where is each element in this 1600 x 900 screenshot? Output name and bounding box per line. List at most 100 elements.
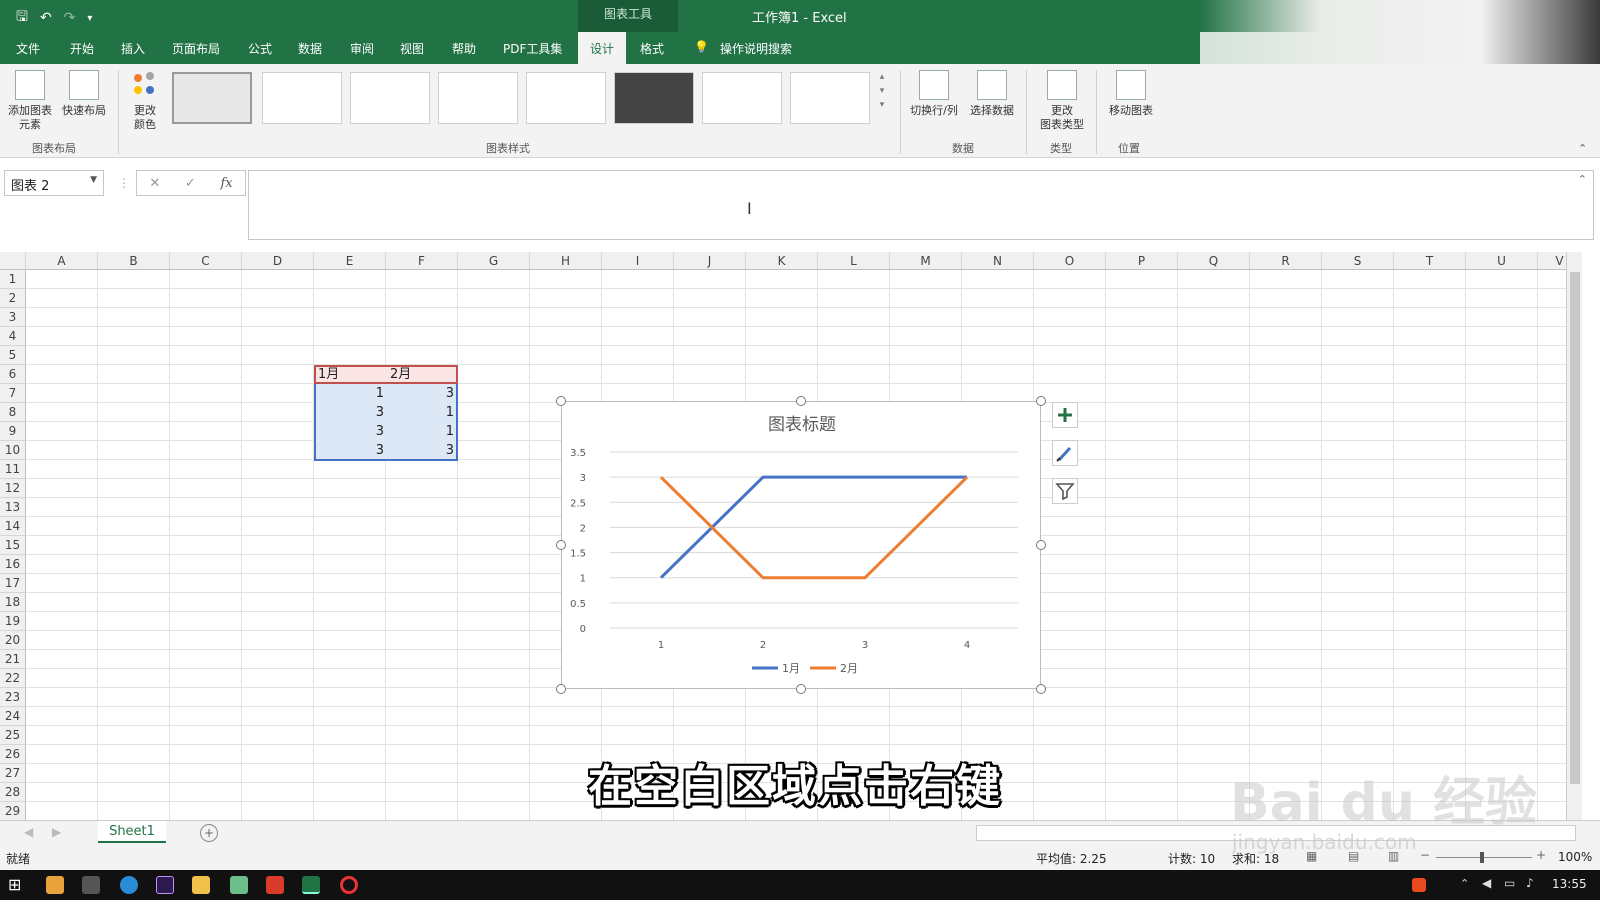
col-header[interactable]: U	[1466, 252, 1538, 270]
col-header[interactable]: F	[386, 252, 458, 270]
function-icon[interactable]: fx	[220, 176, 232, 191]
resize-handle[interactable]	[1036, 540, 1046, 550]
table-header-cell[interactable]: 2月	[390, 365, 411, 384]
quick-layout-button[interactable]: 快速布局	[58, 70, 110, 118]
tab-formulas[interactable]: 公式	[248, 40, 272, 57]
col-header[interactable]: K	[746, 252, 818, 270]
col-header[interactable]: R	[1250, 252, 1322, 270]
tab-design[interactable]: 设计	[578, 32, 627, 64]
col-header[interactable]: B	[98, 252, 170, 270]
ime-icon[interactable]	[1412, 878, 1426, 892]
row-header[interactable]: 2	[0, 289, 26, 308]
file-explorer-icon[interactable]	[192, 876, 210, 894]
chart-style-6[interactable]	[614, 72, 694, 124]
scrollbar-thumb[interactable]	[1570, 272, 1580, 784]
table-cell[interactable]: 3	[314, 403, 384, 422]
col-header[interactable]: C	[170, 252, 242, 270]
zoom-out-icon[interactable]: −	[1420, 848, 1430, 862]
premiere-icon[interactable]	[156, 876, 174, 894]
media-app-icon[interactable]	[46, 876, 64, 894]
row-header[interactable]: 4	[0, 327, 26, 346]
col-header[interactable]: N	[962, 252, 1034, 270]
tell-me-search[interactable]: 操作说明搜索	[720, 40, 792, 57]
move-chart-button[interactable]: 移动图表	[1102, 70, 1160, 118]
select-data-button[interactable]: 选择数据	[964, 70, 1020, 118]
save-icon[interactable]: 🖫	[16, 6, 28, 30]
line-chart[interactable]: 图表标题 0 0.5 1 1.5 2 2.5 3 3.5 1 2 3 4 1月 2月	[561, 401, 1041, 689]
col-header[interactable]: I	[602, 252, 674, 270]
col-header[interactable]: T	[1394, 252, 1466, 270]
calendar-app-icon[interactable]	[82, 876, 100, 894]
row-header[interactable]: 1	[0, 270, 26, 289]
windows-start-icon[interactable]: ⊞	[8, 875, 21, 894]
chevron-down-icon[interactable]: ▼	[90, 175, 97, 185]
row-header[interactable]: 21	[0, 650, 26, 669]
tab-pdf-tools[interactable]: PDF工具集	[503, 40, 562, 57]
table-cell[interactable]: 1	[314, 384, 384, 403]
expand-formula-icon[interactable]: ⌃	[1578, 173, 1587, 186]
row-header[interactable]: 25	[0, 726, 26, 745]
row-header[interactable]: 19	[0, 612, 26, 631]
row-header[interactable]: 10	[0, 441, 26, 460]
row-header[interactable]: 16	[0, 555, 26, 574]
row-header[interactable]: 15	[0, 536, 26, 555]
col-header[interactable]: E	[314, 252, 386, 270]
excel-taskbar-icon[interactable]	[302, 876, 320, 894]
zoom-in-icon[interactable]: +	[1536, 848, 1546, 862]
row-header[interactable]: 23	[0, 688, 26, 707]
row-header[interactable]: 22	[0, 669, 26, 688]
browser-icon[interactable]	[120, 876, 138, 894]
sheet-tab[interactable]: Sheet1	[98, 821, 166, 843]
styles-scroll-icon[interactable]: ▴ ▾ ▾	[876, 70, 888, 112]
row-header[interactable]: 13	[0, 498, 26, 517]
row-header[interactable]: 11	[0, 460, 26, 479]
resize-handle[interactable]	[556, 396, 566, 406]
undo-icon[interactable]: ↶	[40, 10, 52, 26]
switch-row-column-button[interactable]: 切换行/列	[906, 70, 962, 118]
col-header[interactable]: A	[26, 252, 98, 270]
table-cell[interactable]: 3	[386, 384, 454, 403]
resize-handle[interactable]	[556, 540, 566, 550]
network-icon[interactable]: ▭	[1504, 876, 1515, 890]
tab-page-layout[interactable]: 页面布局	[172, 40, 220, 57]
resize-handle[interactable]	[796, 684, 806, 694]
row-header[interactable]: 20	[0, 631, 26, 650]
tab-help[interactable]: 帮助	[452, 40, 476, 57]
prev-sheet-icon[interactable]: ◀	[24, 825, 33, 839]
add-chart-element-button[interactable]: 添加图表 元素	[4, 70, 56, 132]
row-header[interactable]: 14	[0, 517, 26, 536]
next-sheet-icon[interactable]: ▶	[52, 825, 61, 839]
col-header[interactable]: G	[458, 252, 530, 270]
redo-icon[interactable]: ↷	[64, 10, 76, 26]
volume-mute-icon[interactable]: ◀	[1482, 876, 1491, 890]
tab-data[interactable]: 数据	[298, 40, 322, 57]
tray-up-icon[interactable]: ⌃	[1460, 877, 1469, 890]
chart-style-1[interactable]	[172, 72, 252, 124]
formula-input[interactable]: I ⌃	[248, 170, 1594, 240]
resize-handle[interactable]	[1036, 396, 1046, 406]
resize-handle[interactable]	[556, 684, 566, 694]
row-header[interactable]: 18	[0, 593, 26, 612]
tab-file[interactable]: 文件	[16, 40, 40, 57]
customize-qat-icon[interactable]: ▾	[87, 13, 92, 24]
chart-style-2[interactable]	[262, 72, 342, 124]
row-header[interactable]: 24	[0, 707, 26, 726]
select-all-corner[interactable]	[0, 252, 26, 270]
record-icon[interactable]	[340, 876, 358, 894]
tab-insert[interactable]: 插入	[121, 40, 145, 57]
tab-home[interactable]: 开始	[70, 40, 94, 57]
enter-icon[interactable]: ✓	[185, 176, 196, 191]
col-header[interactable]: M	[890, 252, 962, 270]
row-header[interactable]: 7	[0, 384, 26, 403]
row-header[interactable]: 29	[0, 802, 26, 820]
row-header[interactable]: 28	[0, 783, 26, 802]
col-header[interactable]: L	[818, 252, 890, 270]
col-header[interactable]: H	[530, 252, 602, 270]
col-header[interactable]: D	[242, 252, 314, 270]
table-cell[interactable]: 3	[386, 441, 454, 460]
collapse-ribbon-icon[interactable]: ⌃	[1578, 142, 1587, 156]
zoom-slider-thumb[interactable]	[1480, 852, 1484, 863]
col-header[interactable]: J	[674, 252, 746, 270]
tab-format[interactable]: 格式	[640, 40, 664, 57]
vertical-scrollbar[interactable]	[1566, 252, 1582, 820]
